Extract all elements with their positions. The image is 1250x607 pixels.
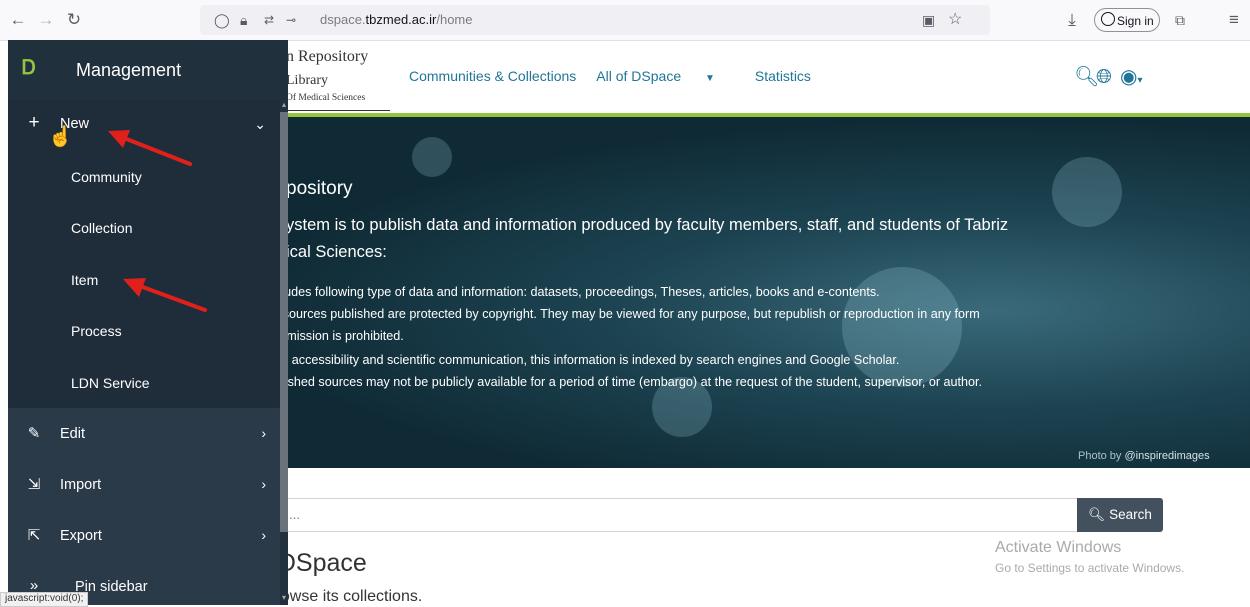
red-arrow-item [123, 278, 207, 312]
red-arrow-new [108, 130, 192, 166]
annotation-overlay [108, 130, 207, 312]
